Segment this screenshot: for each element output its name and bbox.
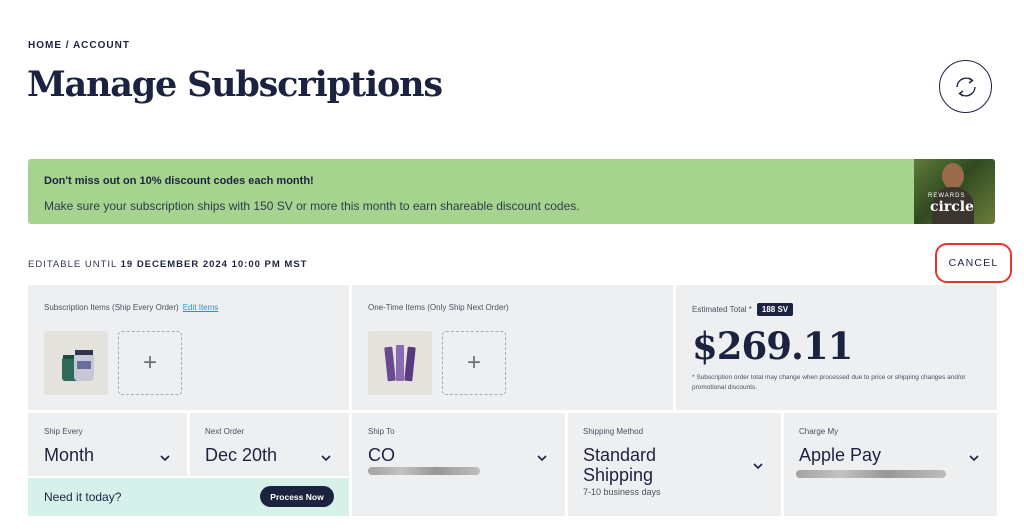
circle-logo-text: circle <box>930 199 974 215</box>
next-order-select[interactable]: Next Order Dec 20th <box>190 413 349 476</box>
chevron-down-icon[interactable] <box>753 461 763 471</box>
portrait-face <box>942 163 964 189</box>
estimated-total-label: Estimated Total * 188 SV <box>692 303 794 316</box>
ship-to-label: Ship To <box>368 427 395 436</box>
chevron-down-icon[interactable] <box>160 453 170 463</box>
refresh-button[interactable] <box>939 60 992 113</box>
estimated-total-amount: $269.11 <box>692 324 853 368</box>
redacted-address <box>368 467 480 475</box>
add-one-time-item-button[interactable]: + <box>442 331 506 395</box>
promo-headline: Don't miss out on 10% discount codes eac… <box>44 175 314 187</box>
shipping-method-label: Shipping Method <box>583 427 644 436</box>
editable-until: EDITABLE UNTIL 19 DECEMBER 2024 10:00 PM… <box>28 259 307 270</box>
charge-my-label: Charge My <box>799 427 839 436</box>
charge-my-select[interactable]: Charge My Apple Pay <box>784 413 997 516</box>
one-time-product-thumbnail[interactable] <box>368 331 432 395</box>
chevron-down-icon[interactable] <box>537 453 547 463</box>
one-time-items-label: One-Time Items (Only Ship Next Order) <box>368 303 509 312</box>
promo-body: Make sure your subscription ships with 1… <box>44 199 580 213</box>
process-now-button[interactable]: Process Now <box>260 486 334 507</box>
ship-to-value: CO <box>368 445 395 465</box>
next-order-label: Next Order <box>205 427 245 436</box>
charge-my-value: Apple Pay <box>799 445 882 465</box>
editable-prefix: EDITABLE UNTIL <box>28 259 121 270</box>
estimated-total-label-text: Estimated Total * <box>692 305 752 314</box>
subscription-items-label: Subscription Items (Ship Every Order) Edi… <box>44 303 218 312</box>
refresh-icon <box>955 76 976 97</box>
need-it-today-bar: Need it today? Process Now <box>28 478 349 516</box>
chevron-down-icon[interactable] <box>321 453 331 463</box>
breadcrumb: HOME / ACCOUNT <box>28 40 130 51</box>
rewards-circle-image: REWARDS circle <box>914 159 995 224</box>
ship-every-value: Month <box>44 445 95 465</box>
shipping-method-select[interactable]: Shipping Method Standard Shipping 7-10 b… <box>568 413 781 516</box>
editable-deadline: 19 DECEMBER 2024 10:00 PM MST <box>120 259 308 270</box>
promo-banner: Don't miss out on 10% discount codes eac… <box>28 159 995 224</box>
subscription-items-label-text: Subscription Items (Ship Every Order) <box>44 303 179 312</box>
next-order-value: Dec 20th <box>205 445 278 465</box>
chevron-down-icon[interactable] <box>969 453 979 463</box>
need-it-today-text: Need it today? <box>44 490 122 504</box>
shipping-method-detail: 7-10 business days <box>583 487 661 497</box>
stick-packs-icon <box>384 345 416 382</box>
add-subscription-item-button[interactable]: + <box>118 331 182 395</box>
subscription-items-panel: Subscription Items (Ship Every Order) Edi… <box>28 285 349 410</box>
shipping-method-value: Standard Shipping <box>583 445 657 485</box>
estimated-total-note: * Subscription order total may change wh… <box>692 374 966 391</box>
cancel-button[interactable]: CANCEL <box>935 243 1012 283</box>
one-time-items-panel: One-Time Items (Only Ship Next Order) + <box>352 285 673 410</box>
edit-items-link[interactable]: Edit Items <box>183 303 219 312</box>
redacted-payment-details <box>796 470 946 478</box>
sv-badge: 188 SV <box>756 303 794 316</box>
ship-every-select[interactable]: Ship Every Month <box>28 413 187 476</box>
subscription-product-thumbnail[interactable] <box>44 331 108 395</box>
page-title: Manage Subscriptions <box>27 64 443 105</box>
supplement-jars-icon <box>62 350 94 381</box>
ship-to-select[interactable]: Ship To CO <box>352 413 565 516</box>
ship-every-label: Ship Every <box>44 427 83 436</box>
